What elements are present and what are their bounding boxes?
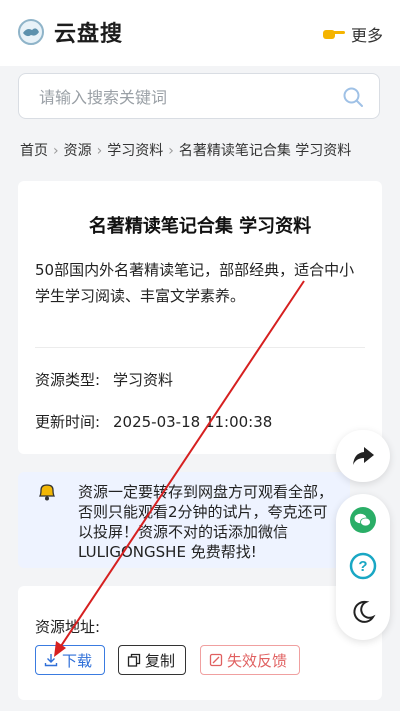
search-input[interactable] [37, 74, 341, 120]
report-label: 失效反馈 [227, 651, 288, 670]
resource-address-label: 资源地址: [35, 618, 101, 636]
chevron-right-icon: › [96, 143, 103, 159]
breadcrumb-home[interactable]: 首页 [20, 143, 48, 159]
resource-type-value: 学习资料 [113, 371, 174, 389]
moon-icon[interactable] [349, 598, 377, 626]
pointing-hand-icon [322, 30, 345, 39]
svg-text:?: ? [358, 558, 367, 575]
breadcrumb: 首页 › 资源 › 学习资料 › 名著精读笔记合集 学习资料 [20, 140, 351, 160]
resource-type-row: 资源类型: 学习资料 [35, 369, 173, 390]
updated-time-label: 更新时间: [35, 413, 101, 431]
breadcrumb-category[interactable]: 学习资料 [107, 143, 163, 159]
top-header: 云盘搜 更多 [0, 0, 400, 66]
breadcrumb-resources[interactable]: 资源 [64, 143, 92, 159]
copy-icon [127, 653, 141, 667]
search-icon[interactable] [341, 85, 365, 109]
notice-text: 资源一定要转存到网盘方可观看全部，否则只能观看2分钟的试片，夸克还可以投屏！资源… [78, 483, 334, 561]
chevron-right-icon: › [168, 143, 174, 159]
download-button[interactable]: 下载 [35, 645, 105, 675]
brand-title[interactable]: 云盘搜 [54, 16, 123, 48]
notice-card: 资源一定要转存到网盘方可观看全部，否则只能观看2分钟的试片，夸克还可以投屏！资源… [18, 472, 350, 568]
breadcrumb-current: 名著精读笔记合集 学习资料 [178, 143, 352, 159]
help-icon[interactable]: ? [349, 552, 377, 580]
download-icon [44, 654, 58, 667]
more-menu[interactable]: 更多 [322, 22, 383, 46]
divider [35, 347, 365, 348]
chevron-right-icon: › [53, 143, 59, 159]
report-invalid-button[interactable]: 失效反馈 [200, 645, 300, 675]
bell-icon [38, 484, 56, 501]
logo-icon[interactable] [17, 18, 45, 46]
report-icon [209, 653, 223, 667]
wechat-icon[interactable] [349, 506, 377, 534]
resource-type-label: 资源类型: [35, 371, 101, 389]
search-box [18, 73, 380, 120]
resource-title: 名著精读笔记合集 学习资料 [88, 216, 312, 237]
resource-description: 50部国内外名著精读笔记，部部经典，适合中小学生学习阅读、丰富文学素养。 [35, 261, 355, 305]
floating-toolbar: ? [336, 494, 390, 640]
copy-button[interactable]: 复制 [118, 645, 186, 675]
share-icon [353, 447, 374, 465]
download-label: 下载 [62, 651, 93, 670]
more-label: 更多 [350, 26, 383, 45]
copy-label: 复制 [145, 651, 176, 670]
resource-card: 名著精读笔记合集 学习资料 50部国内外名著精读笔记，部部经典，适合中小学生学习… [18, 181, 382, 454]
updated-time-row: 更新时间: 2025-03-18 11:00:38 [35, 411, 272, 432]
share-float-button[interactable] [336, 430, 390, 482]
download-card: 资源地址: 下载 复制 失效反馈 [18, 586, 382, 700]
updated-time-value: 2025-03-18 11:00:38 [113, 413, 273, 431]
